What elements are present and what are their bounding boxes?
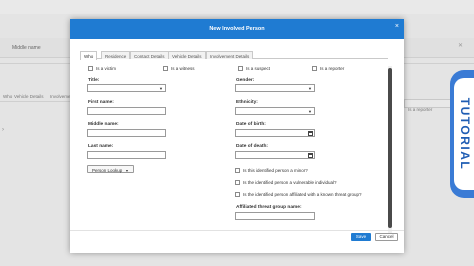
tab-vehicle-details[interactable]: Vehicle Details [168, 51, 206, 59]
witness-label: Is a witness [171, 66, 195, 71]
ethnicity-label: Ethnicity: [236, 100, 258, 105]
checkbox-box [88, 66, 93, 71]
checkbox-box [235, 192, 240, 197]
minor-question: Is this identified person a minor? [243, 168, 308, 173]
dialog-tabbar: Who Residence Contact Details Vehicle De… [80, 51, 388, 60]
vulnerable-checkbox[interactable]: Is the identified person a vulnerable in… [235, 180, 337, 185]
checkbox-box [235, 180, 240, 185]
threat-group-question: Is the identified person affiliated with… [243, 192, 362, 197]
tab-residence[interactable]: Residence [101, 51, 131, 59]
person-lookup-label: Person Lookup [92, 167, 123, 173]
checkbox-box [238, 66, 243, 71]
checkbox-box [235, 168, 240, 173]
calendar-icon[interactable] [308, 152, 313, 158]
background-tab-who: Who [3, 94, 13, 99]
affiliated-threat-group-input[interactable] [235, 212, 315, 220]
checkbox-box [163, 66, 168, 71]
tab-involvement-details[interactable]: Involvement Details [206, 51, 254, 59]
checkbox-box [312, 66, 317, 71]
last-name-input[interactable] [87, 151, 166, 159]
chevron-down-icon: ▼ [308, 86, 312, 91]
chevron-down-icon: ▼ [159, 86, 163, 91]
scrollbar-thumb[interactable] [388, 68, 392, 228]
dialog-scrollbar[interactable] [388, 66, 392, 236]
tab-who[interactable]: Who [80, 51, 98, 60]
suspect-checkbox[interactable]: Is a suspect [238, 66, 270, 71]
background-tab-involvement: Involveme [50, 94, 71, 99]
ethnicity-select[interactable]: ▼ [235, 107, 315, 115]
first-name-label: First name: [88, 100, 114, 105]
reporter-label: Is a reporter [320, 66, 345, 71]
caret-down-icon: ▼ [125, 168, 129, 173]
tutorial-label: TUTORIAL [458, 97, 472, 171]
save-button[interactable]: Save [351, 233, 371, 241]
reporter-checkbox[interactable]: Is a reporter [312, 66, 344, 71]
victim-checkbox[interactable]: Is a victim [88, 66, 116, 71]
dialog-footer-divider [70, 230, 404, 231]
first-name-input[interactable] [87, 107, 166, 115]
background-tab-vehicle: Vehicle Details [14, 94, 44, 99]
witness-checkbox[interactable]: Is a witness [163, 66, 195, 71]
affiliated-threat-group-label: Affiliated threat group name: [236, 205, 302, 210]
gender-label: Gender: [236, 78, 255, 83]
gender-select[interactable]: ▼ [235, 84, 315, 92]
new-involved-person-dialog: New Involved Person × Who Residence Cont… [70, 19, 404, 253]
date-of-birth-input[interactable] [235, 129, 315, 137]
title-label: Title: [88, 78, 100, 83]
title-select[interactable]: ▼ [87, 84, 166, 92]
person-lookup-button[interactable]: Person Lookup ▼ [87, 165, 134, 173]
cancel-button[interactable]: Cancel [375, 233, 398, 241]
dialog-title: New Involved Person [209, 26, 265, 32]
date-of-birth-label: Date of birth: [236, 122, 266, 127]
middle-name-label: Middle name: [88, 122, 119, 127]
suspect-label: Is a suspect [246, 66, 271, 71]
background-reporter-text: Is a reporter [408, 107, 433, 112]
dialog-header: New Involved Person × [70, 19, 404, 39]
victim-label: Is a victim [96, 66, 117, 71]
chevron-down-icon: ▼ [308, 109, 312, 114]
last-name-label: Last name: [88, 144, 114, 149]
minor-checkbox[interactable]: Is this identified person a minor? [235, 168, 308, 173]
tab-contact-details[interactable]: Contact Details [130, 51, 169, 59]
date-of-death-label: Date of death: [236, 144, 268, 149]
background-close-icon: ✕ [458, 43, 464, 49]
threat-group-checkbox[interactable]: Is the identified person affiliated with… [235, 192, 362, 197]
background-topbar [0, 0, 474, 14]
date-of-death-input[interactable] [235, 151, 315, 159]
dialog-content: Is a victim Is a witness Is a suspect Is… [86, 64, 386, 234]
calendar-icon[interactable] [308, 130, 313, 136]
vulnerable-question: Is the identified person a vulnerable in… [243, 180, 337, 185]
background-field-label: Middle name [12, 45, 41, 51]
close-icon[interactable]: × [395, 23, 399, 30]
background-arrow-icon: › [2, 127, 4, 133]
middle-name-input[interactable] [87, 129, 166, 137]
